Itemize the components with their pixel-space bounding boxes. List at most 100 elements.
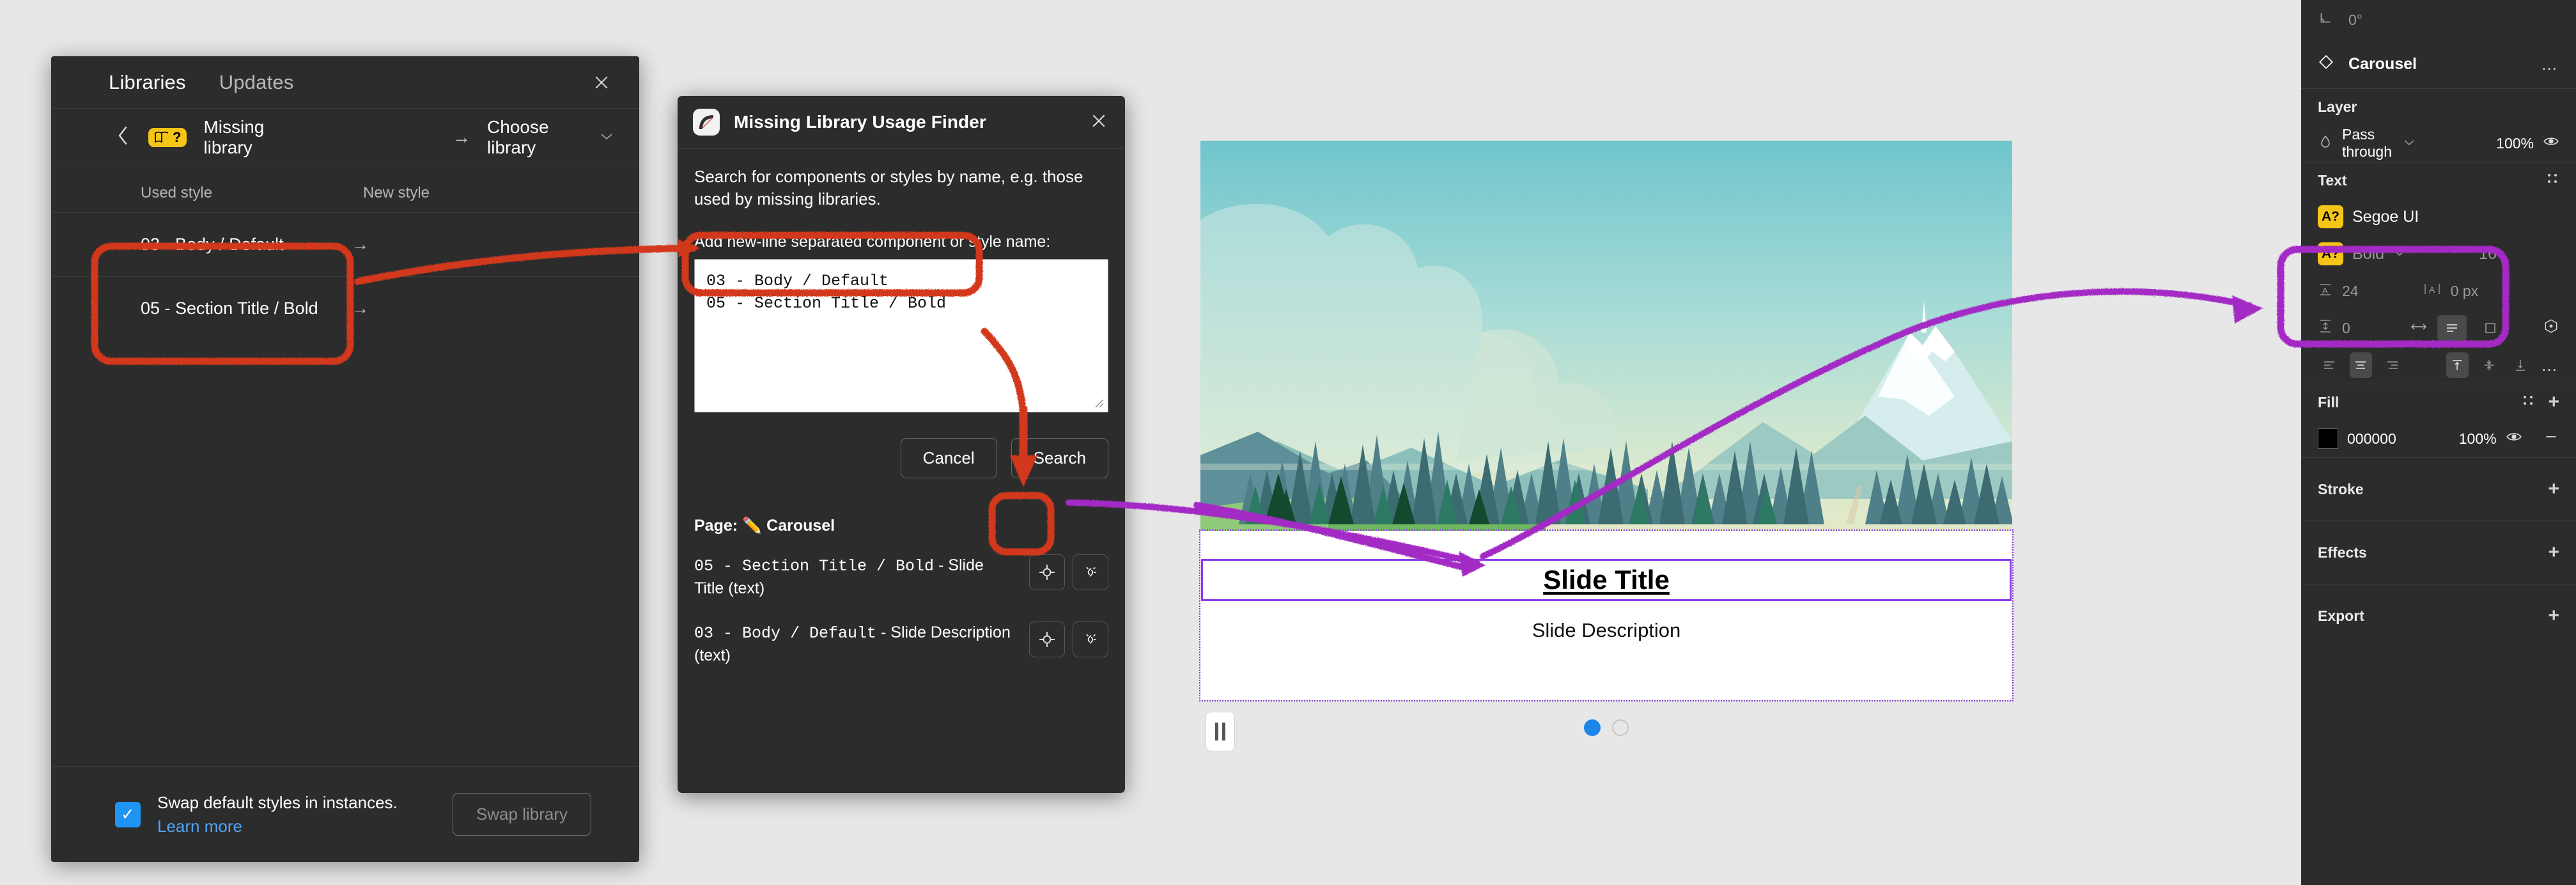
libraries-panel: Libraries Updates ? Missing library → Ch… <box>51 56 639 862</box>
align-right-icon[interactable] <box>2381 352 2404 378</box>
broken-link-icon[interactable] <box>1073 621 1108 657</box>
carousel-controls <box>1200 700 2012 771</box>
plus-icon[interactable]: + <box>2548 606 2559 625</box>
paragraph-spacing-value[interactable]: 0 <box>2342 320 2350 337</box>
export-title-text: Export <box>2318 607 2364 624</box>
font-weight-value[interactable]: Bold <box>2352 245 2384 263</box>
table-row[interactable]: 03 - Body / Default → <box>51 212 639 276</box>
textarea-wrapper: 03 - Body / Default 05 - Section Title /… <box>694 258 1108 412</box>
close-icon[interactable] <box>587 68 616 97</box>
tab-libraries[interactable]: Libraries <box>109 71 186 94</box>
used-style-value: 05 - Section Title / Bold <box>141 299 318 318</box>
layer-opacity-value[interactable]: 100% <box>2496 135 2534 152</box>
close-icon[interactable] <box>1089 111 1108 134</box>
valign-bottom-icon[interactable] <box>2510 352 2533 378</box>
list-item: 03 - Body / Default - Slide Description … <box>694 621 1108 667</box>
table-row[interactable]: 05 - Section Title / Bold → <box>51 276 639 340</box>
letter-spacing-value[interactable]: 0 px <box>2451 283 2478 300</box>
advanced-type-icon[interactable] <box>2543 318 2559 338</box>
dialog-body: Search for components or styles by name,… <box>678 149 1125 667</box>
fill-color-swatch[interactable] <box>2318 428 2338 449</box>
crosshair-target-icon[interactable] <box>1029 621 1065 657</box>
blend-mode-icon <box>2318 134 2333 153</box>
slide-description-text[interactable]: Slide Description <box>1532 619 1681 642</box>
swap-library-button[interactable]: Swap library <box>452 793 591 836</box>
broken-link-icon[interactable] <box>1073 554 1108 590</box>
used-style-header: Used style <box>141 184 213 201</box>
fill-styles-icon[interactable] <box>2521 393 2535 411</box>
stroke-title-text: Stroke <box>2318 480 2364 497</box>
line-height-value[interactable]: 24 <box>2342 283 2359 300</box>
result-label: 03 - Body / Default - Slide Description … <box>694 622 1023 667</box>
rotation-angle-icon <box>2318 10 2334 30</box>
horizontal-resize-icon[interactable] <box>2409 320 2428 337</box>
result-style-name: 05 - Section Title / Bold <box>694 556 935 576</box>
fill-opacity-value[interactable]: 100% <box>2459 430 2497 448</box>
slide-title-selection[interactable]: Slide Title <box>1201 559 2012 601</box>
eye-icon[interactable] <box>2543 133 2559 153</box>
result-separator: - <box>934 556 949 574</box>
chevron-down-icon[interactable] <box>2393 247 2406 260</box>
slide-text-block: Slide Title Slide Description <box>1199 529 2013 701</box>
plus-icon[interactable]: + <box>2548 480 2559 499</box>
font-size-value[interactable]: 16 <box>2479 245 2497 263</box>
fill-hex-value[interactable]: 000000 <box>2347 430 2396 448</box>
blend-mode-value[interactable]: Pass through <box>2342 126 2394 161</box>
result-separator: - <box>876 623 891 641</box>
font-weight-row[interactable]: A? Bold 16 <box>2318 235 2559 272</box>
valign-top-icon[interactable] <box>2446 352 2469 378</box>
auto-height-icon[interactable] <box>2437 315 2467 341</box>
page-name: Carousel <box>766 516 835 535</box>
dialog-buttons: Cancel Search <box>694 437 1108 478</box>
letter-spacing-icon: A <box>2423 281 2442 301</box>
align-left-icon[interactable] <box>2318 352 2341 378</box>
fill-section: Fill + 000000 100% <box>2301 384 2576 458</box>
text-section: Text A? Segoe UI A? Bold 16 A 24 A 0 px … <box>2301 162 2576 384</box>
font-family-row[interactable]: A? Segoe UI <box>2318 198 2559 235</box>
crosshair-target-icon[interactable] <box>1029 554 1065 590</box>
result-actions <box>1029 554 1108 590</box>
new-style-header: New style <box>363 184 430 201</box>
fixed-size-icon[interactable] <box>2476 315 2505 341</box>
chevron-down-icon[interactable] <box>2403 137 2416 150</box>
cancel-button[interactable]: Cancel <box>900 437 997 478</box>
minus-icon[interactable] <box>2543 428 2559 449</box>
plus-icon[interactable]: + <box>2548 393 2559 412</box>
result-actions <box>1029 621 1108 657</box>
text-styles-icon[interactable] <box>2545 171 2559 189</box>
text-section-title: Text <box>2318 162 2559 198</box>
align-center-icon[interactable] <box>2349 352 2372 378</box>
chevron-left-icon[interactable] <box>115 124 132 150</box>
swap-defaults-text: Swap default styles in instances. Learn … <box>157 793 398 836</box>
more-horizontal-icon[interactable]: … <box>2541 54 2559 74</box>
export-section-title: Export + <box>2318 584 2559 647</box>
text-section-actions <box>2545 171 2559 189</box>
slide-illustration <box>1200 141 2012 531</box>
carousel-dot-2[interactable] <box>1612 719 1629 736</box>
slide-title-text: Slide Title <box>1543 565 1670 595</box>
valign-middle-icon[interactable] <box>2478 352 2501 378</box>
search-button[interactable]: Search <box>1011 437 1108 478</box>
dialog-titlebar: Missing Library Usage Finder <box>678 96 1125 149</box>
text-title-text: Text <box>2318 171 2347 189</box>
svg-text:A: A <box>2322 286 2328 295</box>
eye-icon[interactable] <box>2506 428 2522 449</box>
libraries-footer: ✓ Swap default styles in instances. Lear… <box>51 766 639 862</box>
font-family-value[interactable]: Segoe UI <box>2352 208 2419 226</box>
tab-updates[interactable]: Updates <box>219 71 294 94</box>
list-item: 05 - Section Title / Bold - Slide Title … <box>694 554 1108 600</box>
fill-title-text: Fill <box>2318 393 2339 411</box>
rotation-value[interactable]: 0° <box>2348 12 2363 29</box>
component-style-names-input[interactable]: 03 - Body / Default 05 - Section Title /… <box>694 258 1108 412</box>
style-columns-header: Used style New style <box>51 166 639 212</box>
plus-icon[interactable]: + <box>2548 543 2559 562</box>
effects-section-title: Effects + <box>2318 521 2559 584</box>
more-horizontal-icon[interactable]: … <box>2541 356 2559 375</box>
used-style-value: 03 - Body / Default <box>141 235 284 254</box>
pause-icon[interactable] <box>1206 712 1235 751</box>
carousel-dot-1[interactable] <box>1584 719 1601 736</box>
choose-library-dropdown[interactable]: Choose library <box>487 117 614 158</box>
learn-more-link[interactable]: Learn more <box>157 817 398 836</box>
paragraph-spacing-icon <box>2318 318 2333 338</box>
swap-defaults-checkbox[interactable]: ✓ <box>115 801 141 827</box>
